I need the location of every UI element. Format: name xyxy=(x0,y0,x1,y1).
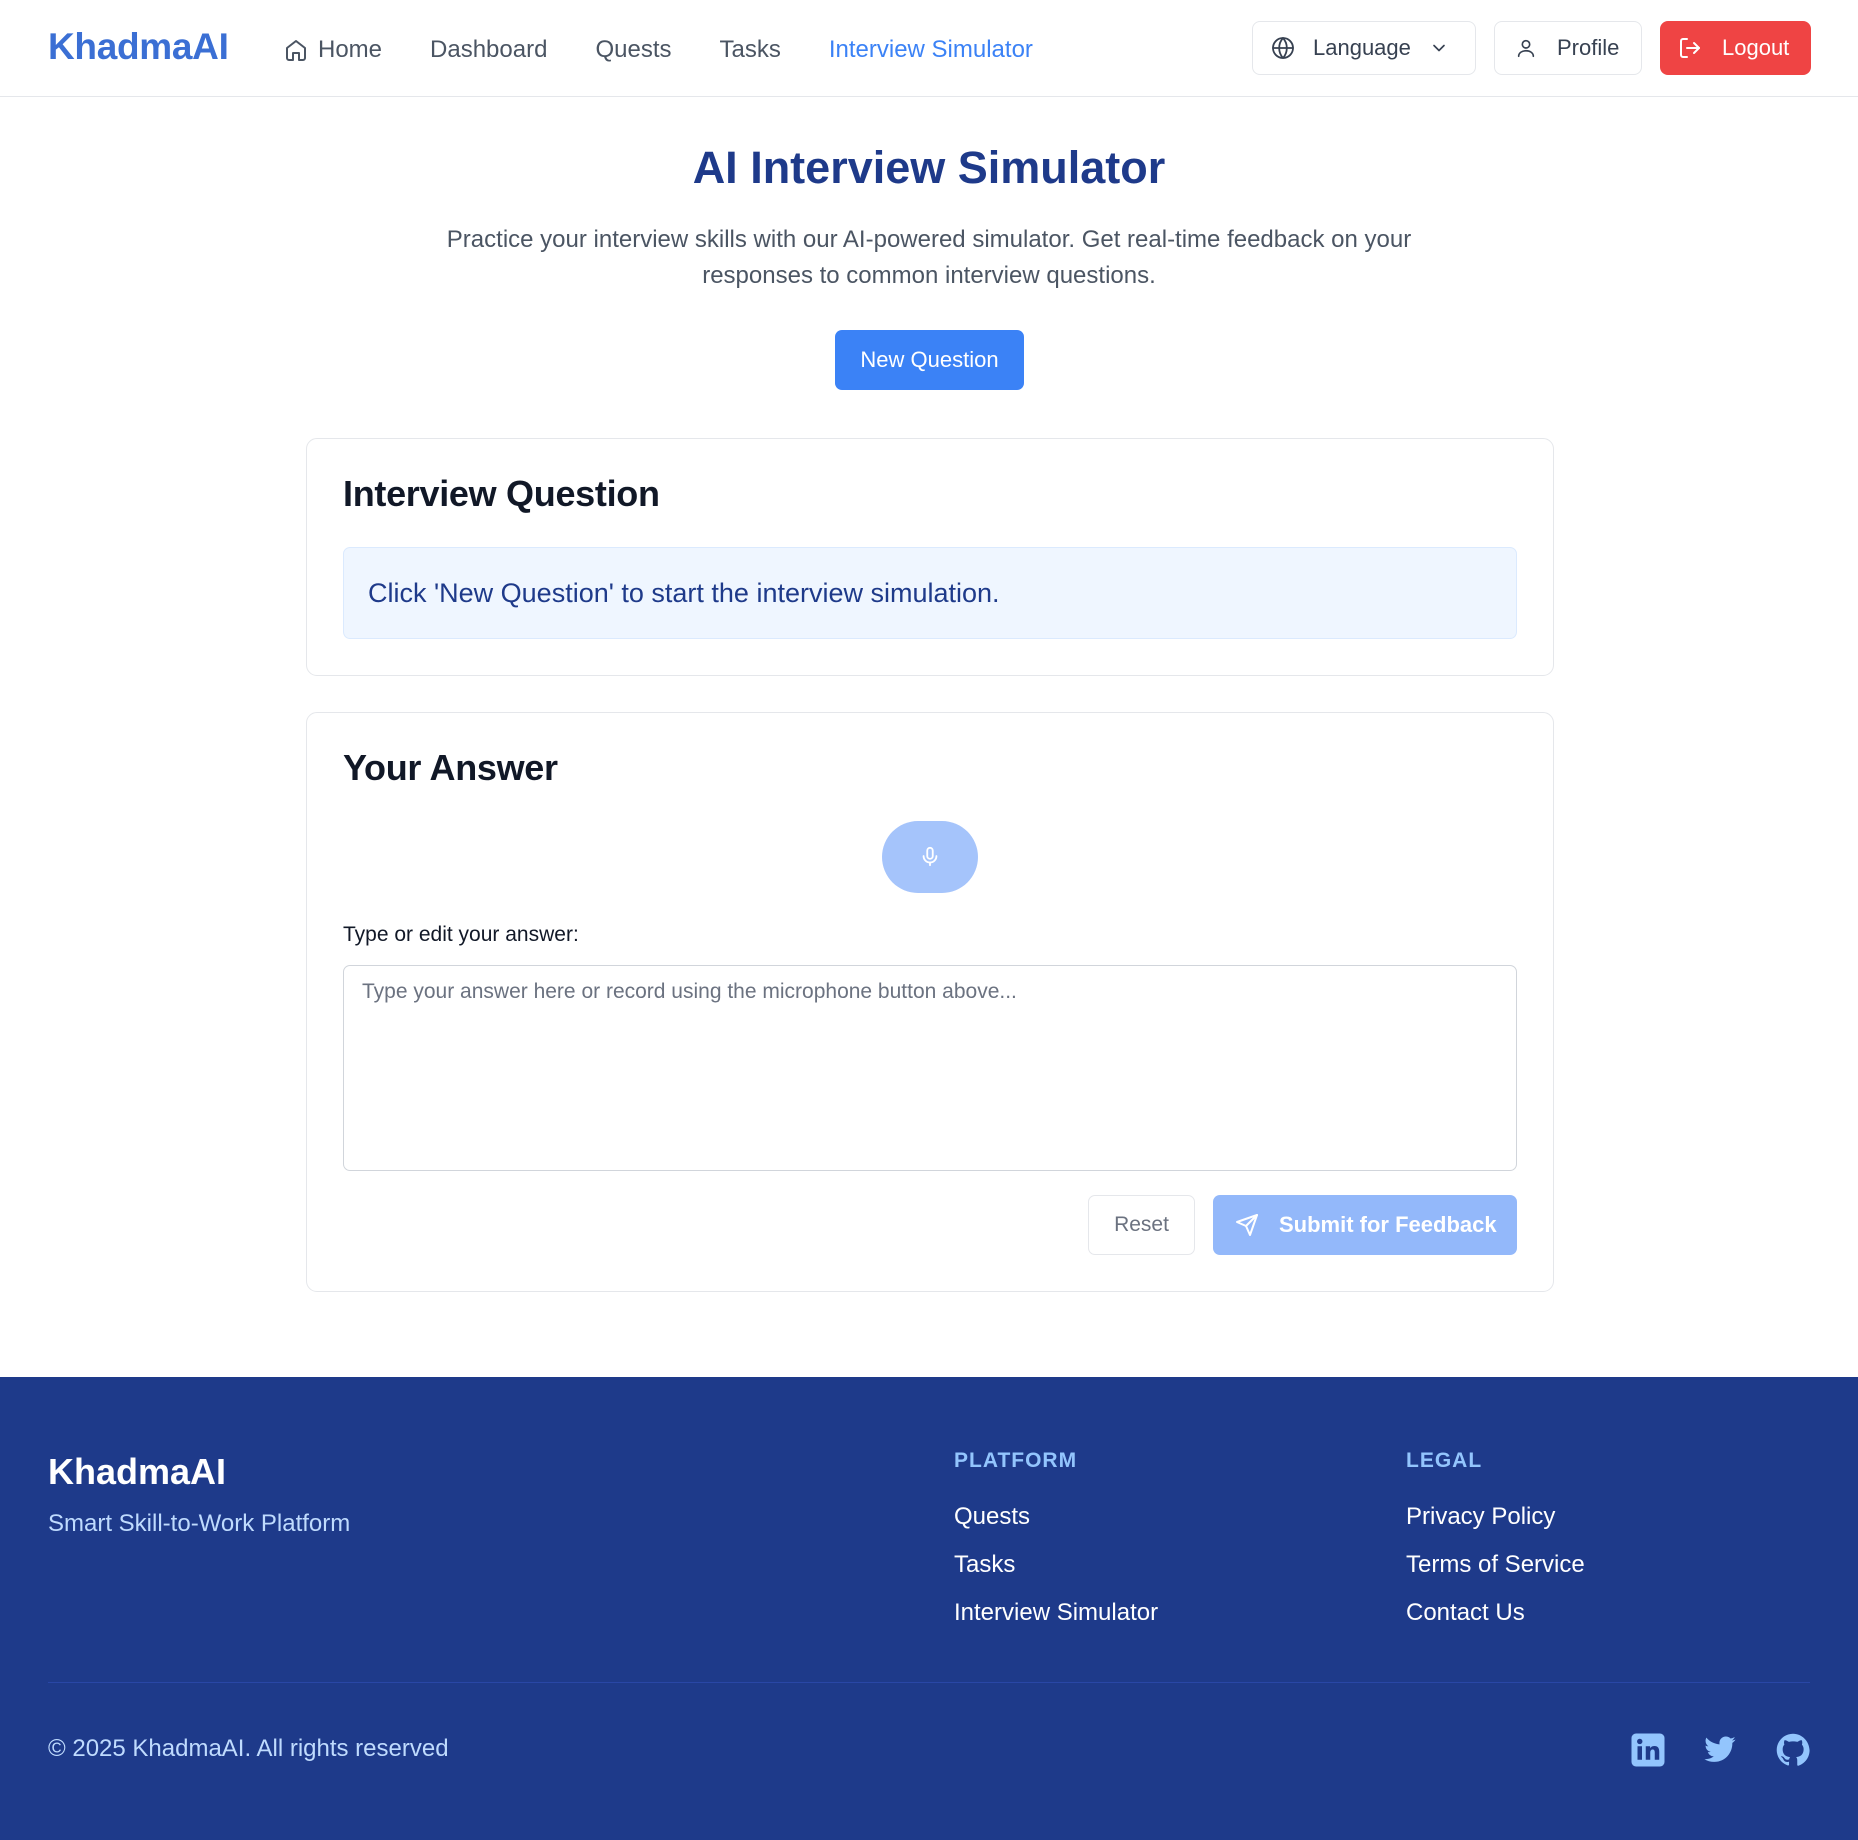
logout-button[interactable]: Logout xyxy=(1660,21,1811,75)
home-icon xyxy=(286,40,306,61)
answer-card-title: Your Answer xyxy=(343,747,558,788)
footer-link-terms-of-service[interactable]: Terms of Service xyxy=(1406,1551,1585,1599)
footer-divider xyxy=(48,1682,1810,1683)
site-footer: KhadmaAI Smart Skill-to-Work Platform PL… xyxy=(0,1377,1858,1840)
language-dropdown[interactable]: Language xyxy=(1252,21,1476,75)
question-prompt: Click 'New Question' to start the interv… xyxy=(343,547,1517,639)
main-nav: Home Dashboard Quests Tasks Interview Si… xyxy=(284,32,1081,68)
linkedin-icon xyxy=(1631,1733,1665,1767)
github-link[interactable] xyxy=(1774,1731,1812,1769)
answer-textarea[interactable] xyxy=(343,965,1517,1171)
footer-copyright: © 2025 KhadmaAI. All rights reserved xyxy=(48,1735,449,1762)
logout-label: Logout xyxy=(1722,35,1790,60)
top-navbar: KhadmaAI Home Dashboard Quests Tasks Int… xyxy=(0,0,1858,97)
profile-button[interactable]: Profile xyxy=(1494,21,1642,75)
new-question-button[interactable]: New Question xyxy=(835,330,1024,390)
logout-icon xyxy=(1680,38,1700,58)
interview-question-card: Interview Question Click 'New Question' … xyxy=(306,438,1554,676)
user-icon xyxy=(1517,39,1535,58)
footer-legal-heading: LEGAL xyxy=(1406,1449,1483,1472)
nav-tasks[interactable]: Tasks xyxy=(719,32,780,68)
submit-feedback-label: Submit for Feedback xyxy=(1279,1212,1497,1237)
twitter-link[interactable] xyxy=(1701,1731,1739,1769)
microphone-icon xyxy=(922,846,938,867)
chevron-down-icon xyxy=(1433,44,1445,52)
profile-label: Profile xyxy=(1557,35,1620,60)
send-icon xyxy=(1236,1214,1258,1236)
answer-card: Your Answer Type or edit your answer: Re… xyxy=(306,712,1554,1292)
footer-platform-column: PLATFORM Quests Tasks Interview Simulato… xyxy=(954,1449,1158,1647)
nav-home[interactable]: Home xyxy=(284,32,382,68)
linkedin-link[interactable] xyxy=(1629,1731,1667,1769)
twitter-icon xyxy=(1704,1736,1736,1762)
footer-link-quests[interactable]: Quests xyxy=(954,1503,1158,1551)
language-label: Language xyxy=(1313,35,1411,60)
footer-link-tasks[interactable]: Tasks xyxy=(954,1551,1158,1599)
question-card-title: Interview Question xyxy=(343,473,660,514)
brand-logo[interactable]: KhadmaAI xyxy=(48,26,229,68)
nav-home-label: Home xyxy=(318,36,383,63)
footer-legal-column: LEGAL Privacy Policy Terms of Service Co… xyxy=(1406,1449,1585,1647)
page-description: Practice your interview skills with our … xyxy=(446,226,1412,289)
reset-button[interactable]: Reset xyxy=(1088,1195,1195,1255)
footer-platform-heading: PLATFORM xyxy=(954,1449,1078,1472)
github-icon xyxy=(1776,1733,1810,1766)
footer-tagline: Smart Skill-to-Work Platform xyxy=(48,1510,351,1537)
footer-logo: KhadmaAI xyxy=(48,1451,227,1492)
answer-input-label: Type or edit your answer: xyxy=(343,923,579,946)
globe-icon xyxy=(1272,37,1294,59)
submit-feedback-button[interactable]: Submit for Feedback xyxy=(1213,1195,1517,1255)
nav-dashboard[interactable]: Dashboard xyxy=(430,32,547,68)
page-title: AI Interview Simulator xyxy=(692,142,1166,193)
footer-link-privacy-policy[interactable]: Privacy Policy xyxy=(1406,1503,1585,1551)
record-microphone-button[interactable] xyxy=(882,821,978,893)
footer-link-interview-simulator[interactable]: Interview Simulator xyxy=(954,1599,1158,1647)
footer-link-contact-us[interactable]: Contact Us xyxy=(1406,1599,1585,1647)
nav-interview-simulator[interactable]: Interview Simulator xyxy=(829,32,1033,68)
nav-quests[interactable]: Quests xyxy=(595,32,671,68)
